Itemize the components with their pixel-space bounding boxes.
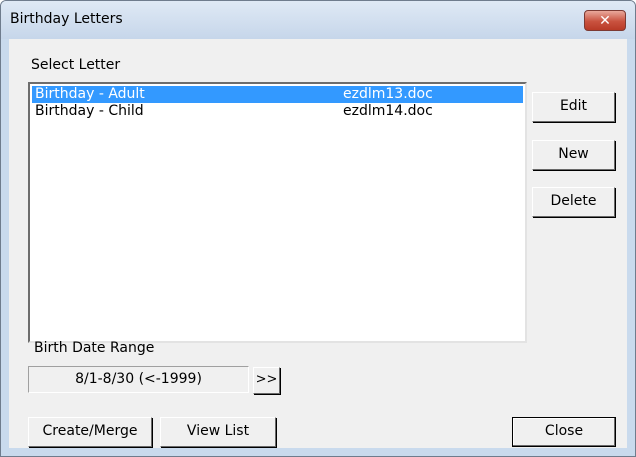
letter-file: ezdlm14.doc xyxy=(343,103,433,119)
window-title: Birthday Letters xyxy=(10,11,123,27)
close-window-icon[interactable]: ✕ xyxy=(584,10,626,31)
letter-list[interactable]: Birthday - Adult ezdlm13.doc Birthday - … xyxy=(28,82,527,343)
close-button[interactable]: Close xyxy=(512,417,616,447)
dialog-window: Birthday Letters ✕ Select Letter Birthda… xyxy=(0,0,636,457)
view-list-button[interactable]: View List xyxy=(160,417,276,447)
list-item-birthday-adult[interactable]: Birthday - Adult ezdlm13.doc xyxy=(32,86,523,103)
letter-file: ezdlm13.doc xyxy=(343,86,433,102)
title-bar: Birthday Letters ✕ xyxy=(1,1,635,39)
list-item-birthday-child[interactable]: Birthday - Child ezdlm14.doc xyxy=(32,103,523,120)
birth-date-range-display: 8/1-8/30 (<-1999) xyxy=(28,366,249,393)
dialog-body: Select Letter Birthday - Adult ezdlm13.d… xyxy=(9,39,627,448)
letter-name: Birthday - Child xyxy=(35,103,144,119)
new-button[interactable]: New xyxy=(532,140,615,170)
birth-date-range-label: Birth Date Range xyxy=(34,340,155,356)
letter-name: Birthday - Adult xyxy=(35,86,145,102)
delete-button[interactable]: Delete xyxy=(532,187,615,217)
create-merge-button[interactable]: Create/Merge xyxy=(28,417,152,447)
next-range-button[interactable]: >> xyxy=(253,367,280,394)
edit-button[interactable]: Edit xyxy=(532,92,615,122)
select-letter-label: Select Letter xyxy=(31,57,121,73)
